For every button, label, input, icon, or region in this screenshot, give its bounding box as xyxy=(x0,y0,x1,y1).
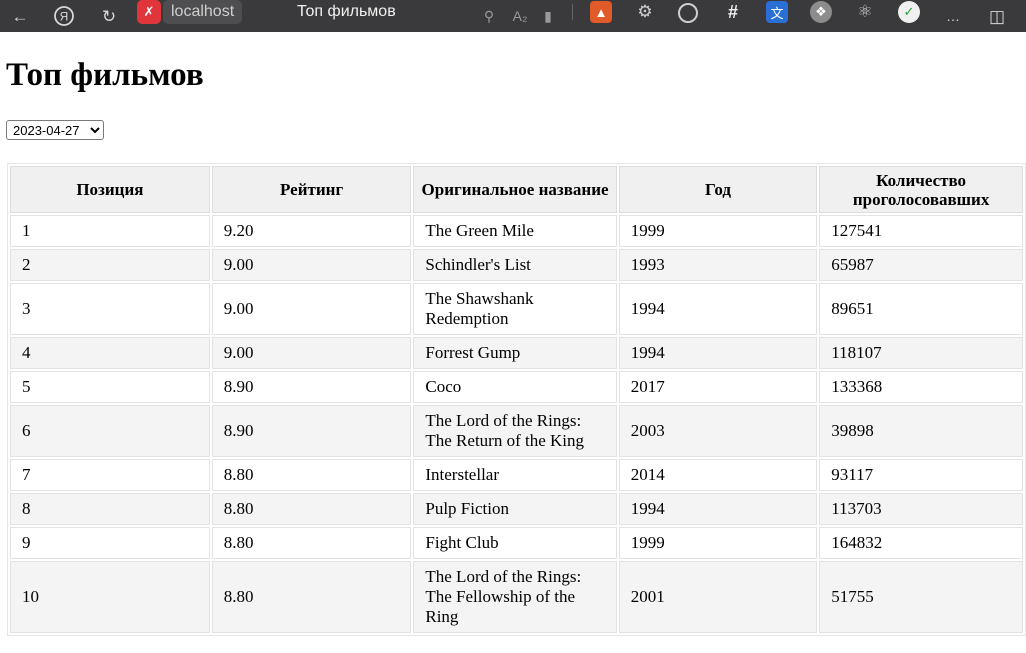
cell-position: 3 xyxy=(10,283,210,335)
cell-year: 1993 xyxy=(618,249,818,281)
cell-year: 1994 xyxy=(618,337,818,369)
cell-title: The Lord of the Rings: The Fellowship of… xyxy=(413,561,617,633)
cell-year: 2001 xyxy=(618,561,818,633)
cell-position: 4 xyxy=(10,337,210,369)
cell-title: Pulp Fiction xyxy=(413,493,617,525)
header-rating[interactable]: Рейтинг xyxy=(211,166,412,213)
cell-votes: 118107 xyxy=(819,337,1023,369)
cell-position: 8 xyxy=(10,493,210,525)
cell-rating: 9.00 xyxy=(211,249,412,281)
table-row: 3 9.00 The Shawshank Redemption 1994 89651 xyxy=(10,283,1023,335)
toolbar-divider xyxy=(572,4,573,20)
svg-text:Я: Я xyxy=(60,10,69,24)
table-row: 7 8.80 Interstellar 2014 93117 xyxy=(10,459,1023,491)
table-row: 10 8.80 The Lord of the Rings: The Fellows… xyxy=(10,561,1023,633)
cell-title: Fight Club xyxy=(413,527,617,559)
cell-votes: 39898 xyxy=(819,405,1023,457)
cell-position: 6 xyxy=(10,405,210,457)
table-row: 8 8.80 Pulp Fiction 1994 113703 xyxy=(10,493,1023,525)
cell-rating: 9.00 xyxy=(211,283,412,335)
table-row: 1 9.20 The Green Mile 1999 127541 xyxy=(10,215,1023,247)
extension-puzzle-icon[interactable]: ❖ xyxy=(810,1,832,23)
cell-votes: 65987 xyxy=(819,249,1023,281)
extension-lighthouse-icon[interactable]: ▲ xyxy=(590,1,612,23)
sidebar-icon[interactable]: ◫ xyxy=(985,0,1009,32)
cell-position: 9 xyxy=(10,527,210,559)
extension-target-icon[interactable] xyxy=(678,3,698,23)
cell-rating: 8.90 xyxy=(211,405,412,457)
cell-year: 1999 xyxy=(618,527,818,559)
cell-rating: 9.20 xyxy=(211,215,412,247)
cell-position: 1 xyxy=(10,215,210,247)
table-row: 4 9.00 Forrest Gump 1994 118107 xyxy=(10,337,1023,369)
cell-year: 1994 xyxy=(618,283,818,335)
cell-rating: 8.80 xyxy=(211,561,412,633)
cell-title: The Shawshank Redemption xyxy=(413,283,617,335)
cell-rating: 9.00 xyxy=(211,337,412,369)
header-original-title[interactable]: Оригинальное название xyxy=(413,166,617,213)
cell-title: Interstellar xyxy=(413,459,617,491)
cell-votes: 51755 xyxy=(819,561,1023,633)
cell-votes: 93117 xyxy=(819,459,1023,491)
cell-year: 1994 xyxy=(618,493,818,525)
films-table: Позиция Рейтинг Оригинальное название Го… xyxy=(7,163,1026,636)
extension-hash-icon[interactable]: # xyxy=(722,1,744,23)
cell-title: The Green Mile xyxy=(413,215,617,247)
cell-title: Forrest Gump xyxy=(413,337,617,369)
cell-position: 5 xyxy=(10,371,210,403)
table-row: 2 9.00 Schindler's List 1993 65987 xyxy=(10,249,1023,281)
cell-votes: 89651 xyxy=(819,283,1023,335)
header-votes[interactable]: Количество проголосовавших xyxy=(819,166,1023,213)
table-row: 9 8.80 Fight Club 1999 164832 xyxy=(10,527,1023,559)
url-host[interactable]: localhost xyxy=(163,0,243,24)
cell-rating: 8.90 xyxy=(211,371,412,403)
bookmark-icon[interactable]: ▮ xyxy=(536,0,560,32)
tab-title: Топ фильмов xyxy=(297,3,396,20)
table-row: 5 8.90 Coco 2017 133368 xyxy=(10,371,1023,403)
cell-year: 2003 xyxy=(618,405,818,457)
header-year[interactable]: Год xyxy=(618,166,818,213)
cell-title: Coco xyxy=(413,371,617,403)
date-select[interactable]: 2023-04-27 xyxy=(6,120,104,140)
cell-votes: 133368 xyxy=(819,371,1023,403)
cell-votes: 113703 xyxy=(819,493,1023,525)
reload-icon[interactable]: ↻ xyxy=(97,0,121,32)
zoom-icon[interactable]: ⚲ xyxy=(477,0,501,32)
back-arrow-icon[interactable]: ← xyxy=(8,0,32,32)
site-blocked-icon[interactable]: ✗ xyxy=(137,0,161,24)
cell-year: 2017 xyxy=(618,371,818,403)
cell-rating: 8.80 xyxy=(211,459,412,491)
cell-rating: 8.80 xyxy=(211,527,412,559)
cell-rating: 8.80 xyxy=(211,493,412,525)
header-position[interactable]: Позиция xyxy=(10,166,210,213)
cell-position: 7 xyxy=(10,459,210,491)
page-title: Топ фильмов xyxy=(6,57,204,93)
table-header-row: Позиция Рейтинг Оригинальное название Го… xyxy=(10,166,1023,213)
extension-react-icon[interactable]: ⚛ xyxy=(854,1,876,23)
browser-toolbar: ← Я ↻ ✗ localhost Топ фильмов ⚲ A₂ ▮ ▲ ⚙… xyxy=(0,0,1026,32)
table-row: 6 8.90 The Lord of the Rings: The Return o… xyxy=(10,405,1023,457)
more-icon[interactable]: … xyxy=(941,0,965,32)
table-body: 1 9.20 The Green Mile 1999 127541 2 9.00 Schind… xyxy=(10,215,1023,633)
yandex-icon[interactable]: Я xyxy=(53,0,75,32)
cell-year: 2014 xyxy=(618,459,818,491)
extension-color-icon[interactable]: ✓ xyxy=(898,1,920,23)
cell-title: Schindler's List xyxy=(413,249,617,281)
cell-position: 2 xyxy=(10,249,210,281)
cell-position: 10 xyxy=(10,561,210,633)
page-content: Топ фильмов 2023-04-27 Позиция Рейтинг О… xyxy=(0,32,1026,653)
cell-votes: 164832 xyxy=(819,527,1023,559)
extension-gear-icon[interactable]: ⚙ xyxy=(634,1,656,23)
translate-icon[interactable]: A₂ xyxy=(508,0,532,32)
cell-votes: 127541 xyxy=(819,215,1023,247)
cell-title: The Lord of the Rings: The Return of the… xyxy=(413,405,617,457)
cell-year: 1999 xyxy=(618,215,818,247)
extension-translate-icon[interactable]: 文 xyxy=(766,1,788,23)
